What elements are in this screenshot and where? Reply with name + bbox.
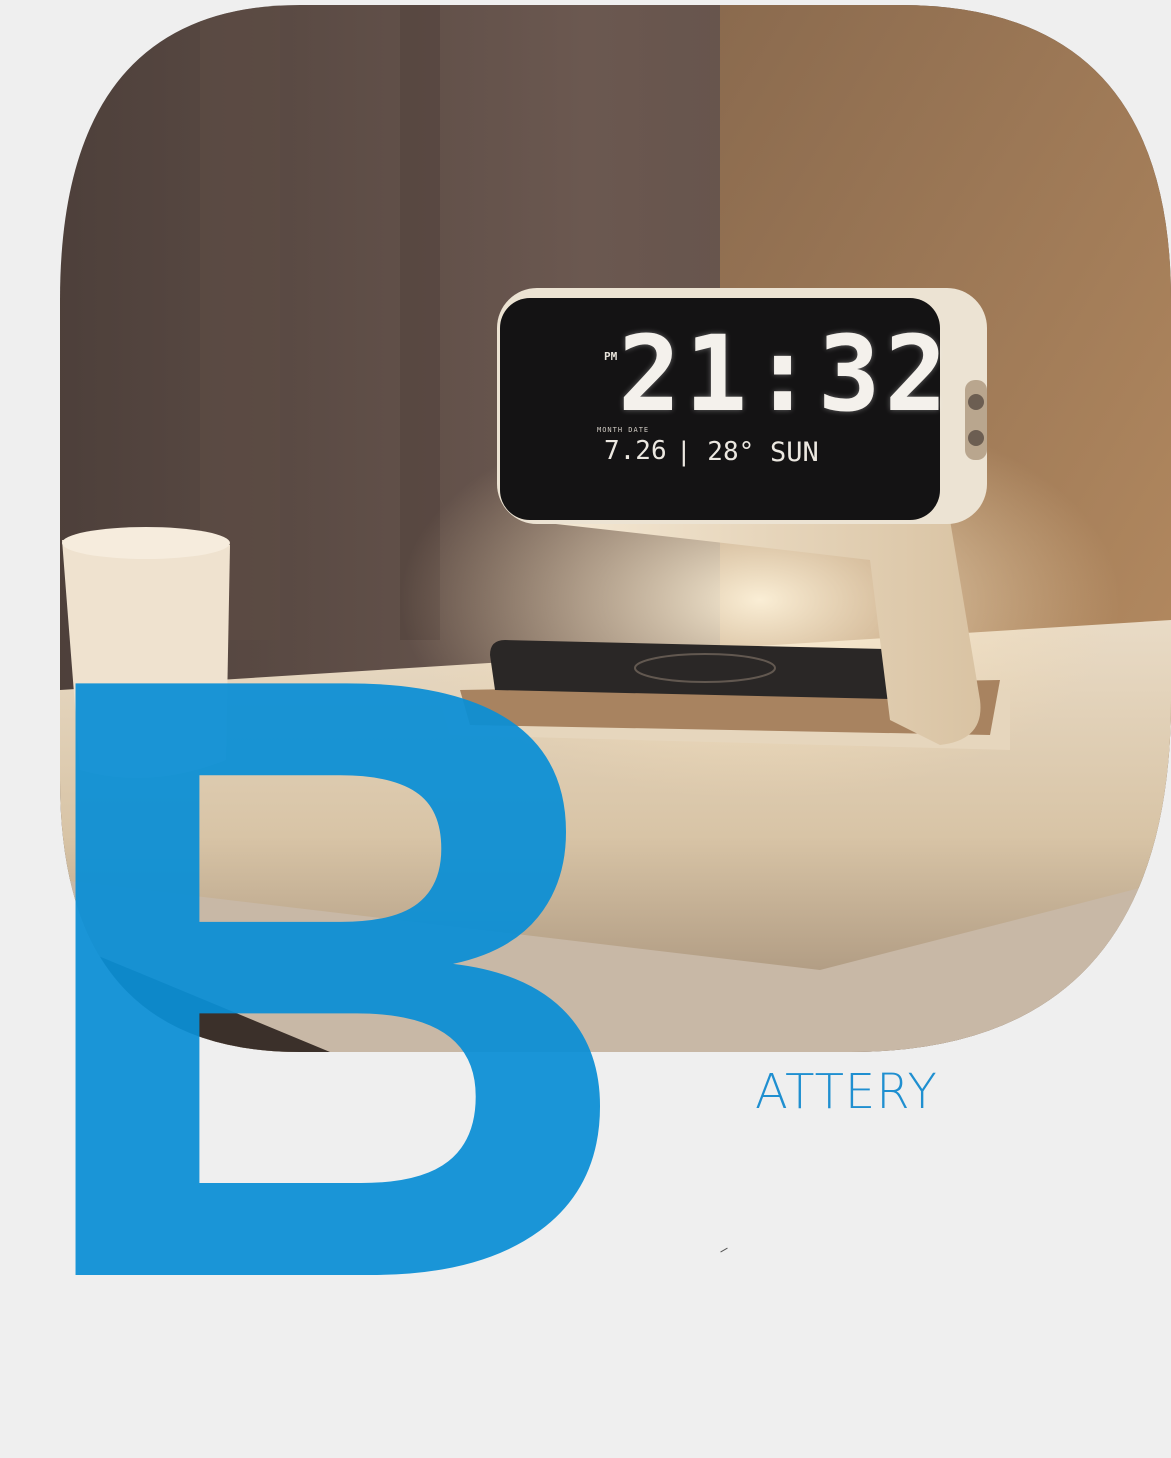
clock-month-date-label: MONTH DATE [597,426,650,434]
clock-time-display: 21:32 [618,313,952,435]
heading-rest: ATTERY [755,1064,938,1120]
clock-ampm-indicator: PM [604,350,618,363]
clock-day-display: SUN [770,437,819,468]
clock-temperature-display: | 28° [676,437,755,467]
clock-date-display: 7.26 [604,436,667,466]
heading-big-letter: B [18,497,639,1458]
